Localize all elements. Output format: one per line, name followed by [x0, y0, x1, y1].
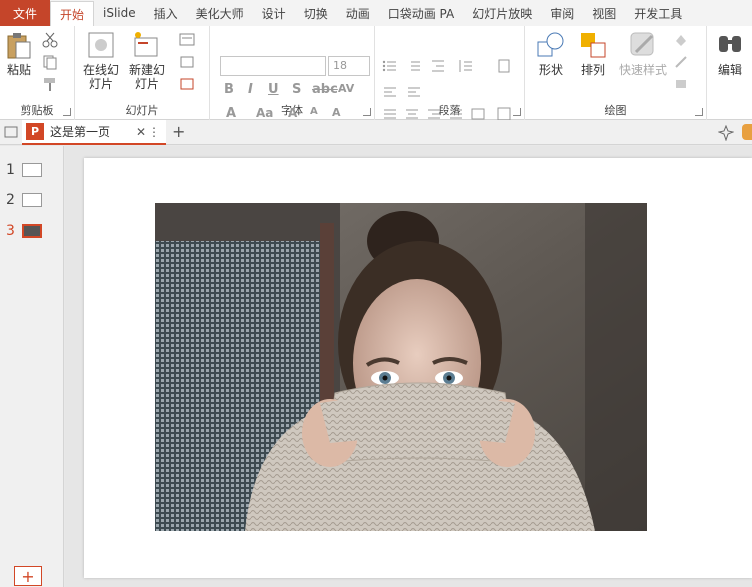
clipboard-group: 粘贴 剪贴板	[0, 26, 75, 120]
quick-style-label: 快速样式	[618, 63, 667, 77]
slides-group-label: 幻灯片	[125, 104, 159, 117]
decrease-font-icon[interactable]: A	[310, 106, 318, 117]
tab-insert[interactable]: 插入	[145, 0, 187, 26]
text-direction-icon[interactable]	[496, 58, 512, 74]
slide-preview	[22, 193, 42, 207]
new-slide-label: 新建幻灯片	[128, 63, 165, 91]
tab-slideshow[interactable]: 幻灯片放映	[463, 0, 541, 26]
file-menu-button[interactable]: 文件	[0, 0, 50, 26]
new-slide-icon	[134, 32, 158, 57]
close-tab-icon[interactable]: ✕	[136, 125, 146, 139]
increase-font-icon[interactable]: A	[288, 106, 297, 120]
section-icon[interactable]	[179, 76, 195, 92]
clear-format-icon[interactable]: A	[332, 106, 341, 119]
arrange-icon	[581, 33, 606, 58]
arrange-label: 排列	[580, 63, 605, 77]
document-tab-bar: P 这是第一页 ✕ ⋮ +	[0, 120, 752, 145]
numbering-icon[interactable]	[406, 58, 422, 74]
slide-canvas-area	[65, 146, 752, 587]
tab-home[interactable]: 开始	[50, 1, 95, 26]
edit-label: 编辑	[717, 63, 742, 77]
line-spacing-icon[interactable]	[458, 58, 474, 74]
char-spacing-icon[interactable]: AV	[338, 82, 354, 95]
strikethrough-icon[interactable]: abc	[312, 82, 338, 97]
edit-button[interactable]: 编辑	[713, 30, 747, 77]
paste-icon	[7, 33, 31, 59]
paragraph-launcher-icon[interactable]	[513, 108, 521, 116]
pane-toggle-icon[interactable]	[4, 125, 18, 139]
font-launcher-icon[interactable]	[363, 108, 371, 116]
shape-outline-icon[interactable]	[673, 54, 689, 70]
shape-effects-icon[interactable]	[673, 76, 689, 92]
slide-thumbnail[interactable]: 1	[6, 162, 42, 178]
powerpoint-file-icon: P	[26, 123, 44, 140]
bold-icon[interactable]: B	[224, 82, 234, 97]
tab-transitions[interactable]: 切换	[295, 0, 337, 26]
font-size-input[interactable]: 18	[328, 56, 370, 76]
format-painter-icon[interactable]	[42, 76, 58, 92]
quick-style-icon	[630, 32, 654, 56]
slide-thumbnail[interactable]: 2	[6, 192, 42, 208]
tab-developer[interactable]: 开发工具	[625, 0, 691, 26]
font-name-input[interactable]	[220, 56, 326, 76]
shape-fill-icon[interactable]	[673, 32, 689, 48]
drawing-group: 形状 排列 快速样式 绘图	[525, 26, 707, 120]
decrease-indent-icon[interactable]	[430, 58, 446, 74]
document-tab-title: 这是第一页	[50, 125, 111, 139]
reset-icon[interactable]	[179, 54, 195, 70]
slide-thumbnail-pane: 1 2 3	[0, 146, 64, 587]
ribbon-tab-bar: 文件 开始 iSlide 插入 美化大师 设计 切换 动画 口袋动画 PA 幻灯…	[0, 0, 752, 26]
paste-button[interactable]: 粘贴	[4, 30, 34, 77]
slide-thumbnail-selected[interactable]: 3	[6, 223, 42, 239]
tab-beautify[interactable]: 美化大师	[187, 0, 253, 26]
tab-pocket-animation[interactable]: 口袋动画 PA	[379, 0, 464, 26]
new-slide-button[interactable]: 新建幻灯片	[127, 30, 167, 91]
arrange-button[interactable]: 排列	[575, 30, 611, 77]
slide-photo[interactable]	[155, 203, 647, 531]
change-case-icon[interactable]: Aa	[256, 106, 273, 120]
slide-number: 3	[6, 223, 15, 239]
drawing-launcher-icon[interactable]	[695, 108, 703, 116]
shape-label: 形状	[538, 63, 563, 77]
slide-canvas[interactable]	[84, 158, 752, 578]
layout-icon[interactable]	[179, 32, 195, 48]
slide-number: 2	[6, 192, 15, 208]
tab-review[interactable]: 审阅	[541, 0, 583, 26]
online-slide-icon	[88, 32, 114, 58]
online-slide-button[interactable]: 在线幻灯片	[81, 30, 121, 91]
add-slide-button[interactable]: +	[14, 566, 42, 586]
tab-menu-icon[interactable]: ⋮	[148, 125, 160, 139]
underline-icon[interactable]: U	[268, 82, 279, 97]
document-tab[interactable]: P 这是第一页 ✕ ⋮	[22, 120, 166, 145]
new-tab-icon[interactable]: +	[172, 122, 185, 141]
align-left-icon[interactable]	[406, 84, 422, 100]
clipboard-launcher-icon[interactable]	[63, 108, 71, 116]
italic-icon[interactable]: I	[248, 82, 253, 97]
tab-design[interactable]: 设计	[253, 0, 295, 26]
tab-animations[interactable]: 动画	[337, 0, 379, 26]
paste-label: 粘贴	[6, 63, 31, 77]
pin-icon[interactable]	[718, 125, 734, 141]
ribbon: 粘贴 剪贴板 在线幻灯片 新建幻灯片 幻灯片 字体 18 B I U S abc…	[0, 26, 752, 121]
online-slide-label: 在线幻灯片	[82, 63, 119, 91]
bullets-icon[interactable]	[382, 58, 398, 74]
slides-group: 在线幻灯片 新建幻灯片 幻灯片	[75, 26, 210, 120]
tab-islide[interactable]: iSlide	[94, 0, 145, 26]
quick-style-button[interactable]: 快速样式	[615, 30, 671, 77]
side-panel-icon[interactable]	[742, 124, 752, 140]
shape-icon	[537, 32, 564, 57]
shape-button[interactable]: 形状	[533, 30, 569, 77]
shadow-icon[interactable]: S	[292, 82, 301, 97]
slide-preview	[22, 163, 42, 177]
slide-number: 1	[6, 162, 15, 178]
slide-preview	[22, 224, 42, 238]
cut-icon[interactable]	[42, 32, 58, 48]
tab-view[interactable]: 视图	[583, 0, 625, 26]
drawing-group-label: 绘图	[604, 104, 627, 117]
copy-icon[interactable]	[42, 54, 58, 70]
columns-icon[interactable]	[382, 84, 398, 100]
editing-group: 编辑	[707, 26, 752, 120]
font-color-icon[interactable]: A	[226, 106, 236, 121]
find-icon	[719, 36, 741, 52]
